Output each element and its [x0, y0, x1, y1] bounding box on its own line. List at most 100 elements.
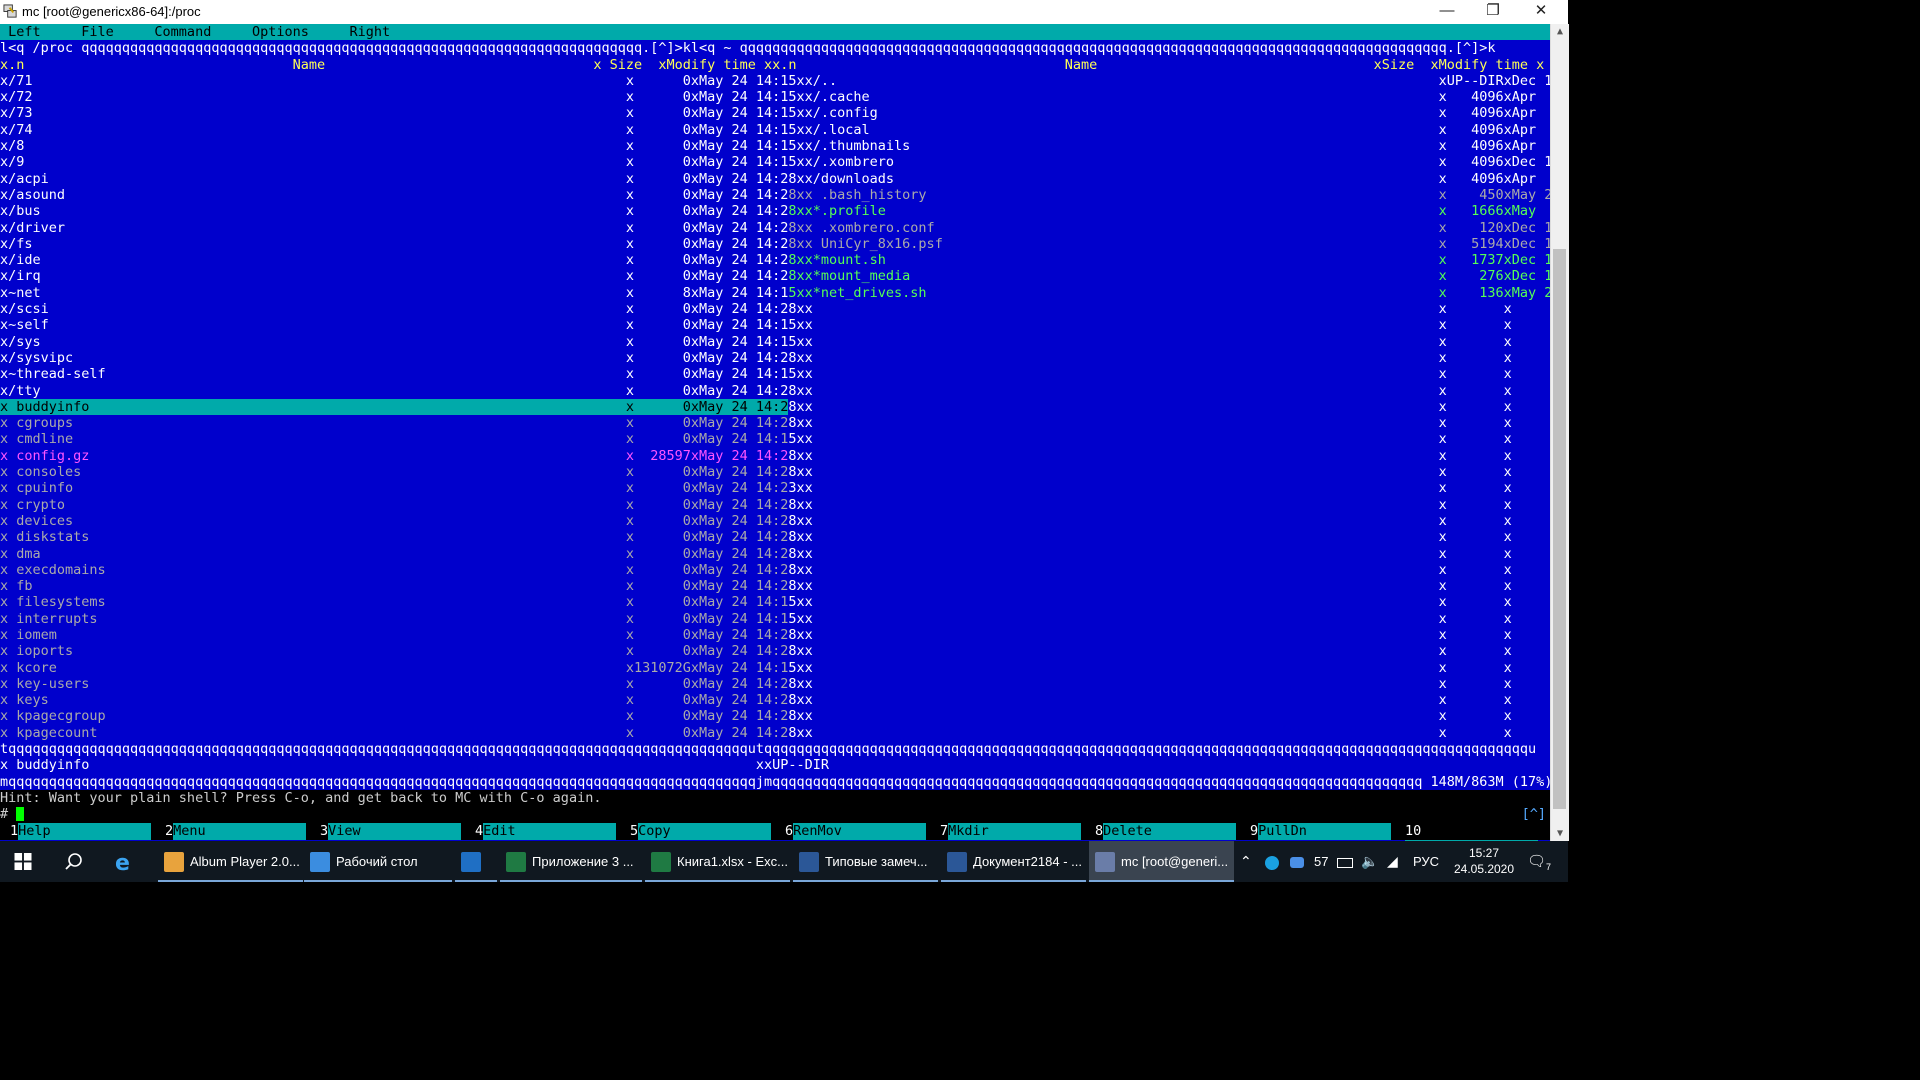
- right-panel-entry[interactable]: 8xx*mount_media x 276xDec 12 20:44x: [788, 268, 1550, 284]
- file-row[interactable]: x cgroups x 0xMay 24 14:28xx x x x: [0, 415, 1550, 431]
- left-panel-entry[interactable]: x/scsi x 0xMay 24 14:2: [0, 301, 788, 317]
- file-list[interactable]: x/71 x 0xMay 24 14:15xx/.. xUP--DIRxDec …: [0, 73, 1550, 741]
- left-panel-entry[interactable]: x/tty x 0xMay 24 14:2: [0, 383, 788, 399]
- right-panel-entry[interactable]: 5xx x x x: [788, 431, 1550, 447]
- file-row[interactable]: x/asound x 0xMay 24 14:28xx .bash_histor…: [0, 187, 1550, 203]
- left-panel-entry[interactable]: x kcore x131072GxMay 24 14:1: [0, 660, 788, 676]
- fkey-copy[interactable]: 5Copy: [630, 822, 775, 840]
- left-panel-entry[interactable]: x keys x 0xMay 24 14:2: [0, 692, 788, 708]
- file-row[interactable]: x fb x 0xMay 24 14:28xx x x x: [0, 578, 1550, 594]
- right-panel-entry[interactable]: 8xx .xombrero.conf x 120xDec 12 20:44x: [788, 220, 1550, 236]
- tray-chevron-icon[interactable]: ⌃: [1240, 841, 1252, 882]
- left-panel-entry[interactable]: x cgroups x 0xMay 24 14:2: [0, 415, 788, 431]
- left-panel-entry[interactable]: x kpagecount x 0xMay 24 14:2: [0, 725, 788, 741]
- right-panel-entry[interactable]: 8xx/downloads x 4096xApr 4 16:31x: [788, 171, 1550, 187]
- file-row[interactable]: x/driver x 0xMay 24 14:28xx .xombrero.co…: [0, 220, 1550, 236]
- file-row[interactable]: x dma x 0xMay 24 14:28xx x x x: [0, 546, 1550, 562]
- file-row[interactable]: x~thread-self x 0xMay 24 14:15xx x x x: [0, 366, 1550, 382]
- left-panel-entry[interactable]: x/acpi x 0xMay 24 14:2: [0, 171, 788, 187]
- right-panel-entry[interactable]: 8xx x x x: [788, 497, 1550, 513]
- network-icon[interactable]: ◢: [1387, 841, 1398, 882]
- left-panel-entry[interactable]: x~self x 0xMay 24 14:1: [0, 317, 788, 333]
- scrollbar-thumb[interactable]: [1553, 249, 1566, 809]
- left-panel-entry[interactable]: x/74 x 0xMay 24 14:1: [0, 122, 788, 138]
- file-row[interactable]: x/sysvipc x 0xMay 24 14:28xx x x x: [0, 350, 1550, 366]
- prompt-scroll-indicator[interactable]: [^]: [1522, 806, 1546, 822]
- left-panel-entry[interactable]: x interrupts x 0xMay 24 14:1: [0, 611, 788, 627]
- right-panel-entry[interactable]: 8xx x x x: [788, 350, 1550, 366]
- left-panel-entry[interactable]: x/bus x 0xMay 24 14:2: [0, 203, 788, 219]
- right-panel-entry[interactable]: 8xx*mount.sh x 1737xDec 12 20:44x: [788, 252, 1550, 268]
- file-row[interactable]: x/tty x 0xMay 24 14:28xx x x x: [0, 383, 1550, 399]
- mc-menubar[interactable]: Left File Command Options Right: [0, 24, 1550, 41]
- right-panel-entry[interactable]: 8xx x x x: [788, 399, 1550, 415]
- fkey-quit[interactable]: 10Quit: [1405, 823, 1550, 841]
- fkey-renmov[interactable]: 6RenMov: [785, 822, 930, 840]
- right-panel-entry[interactable]: 5xx x x x: [788, 611, 1550, 627]
- right-panel-entry[interactable]: 3xx x x x: [788, 480, 1550, 496]
- left-panel-entry[interactable]: x filesystems x 0xMay 24 14:1: [0, 594, 788, 610]
- right-panel-entry[interactable]: 8xx x x x: [788, 383, 1550, 399]
- right-panel-entry[interactable]: 8xx x x x: [788, 708, 1550, 724]
- right-panel-entry[interactable]: 8xx x x x: [788, 643, 1550, 659]
- taskbar-app[interactable]: Книга1.xlsx - Exc...: [645, 841, 790, 882]
- file-row[interactable]: x buddyinfo x 0xMay 24 14:28xx x x x: [0, 398, 1550, 415]
- taskbar-app[interactable]: Album Player 2.0...: [158, 841, 303, 882]
- meeting-icon[interactable]: [1290, 841, 1304, 882]
- left-panel-entry[interactable]: x dma x 0xMay 24 14:2: [0, 546, 788, 562]
- right-panel-entry[interactable]: 5xx/.local x 4096xApr 4 16:31x: [788, 122, 1550, 138]
- right-panel-entry[interactable]: 5xx/.config x 4096xApr 4 16:32x: [788, 105, 1550, 121]
- fkey-menu[interactable]: 2Menu: [165, 822, 310, 840]
- file-row[interactable]: x/scsi x 0xMay 24 14:28xx x x x: [0, 301, 1550, 317]
- file-row[interactable]: x~net x 8xMay 24 14:15xx*net_drives.sh x…: [0, 285, 1550, 301]
- right-panel-entry[interactable]: 8xx x x x: [788, 546, 1550, 562]
- left-panel-entry[interactable]: x/73 x 0xMay 24 14:1: [0, 105, 788, 121]
- right-panel-entry[interactable]: 8xx*.profile x 1666xMay 3 13:04x: [788, 203, 1550, 219]
- file-row[interactable]: x/73 x 0xMay 24 14:15xx/.config x 4096xA…: [0, 105, 1550, 121]
- language-indicator[interactable]: РУС: [1413, 841, 1439, 882]
- right-panel-entry[interactable]: 8xx .bash_history x 450xMay 24 14:34x: [788, 187, 1550, 203]
- close-button[interactable]: ✕: [1518, 0, 1564, 24]
- file-row[interactable]: x diskstats x 0xMay 24 14:28xx x x x: [0, 529, 1550, 545]
- left-panel-entry[interactable]: x ioports x 0xMay 24 14:2: [0, 643, 788, 659]
- left-panel-entry[interactable]: x/72 x 0xMay 24 14:1: [0, 89, 788, 105]
- file-row[interactable]: x config.gz x 28597xMay 24 14:28xx x x x: [0, 448, 1550, 464]
- file-row[interactable]: x consoles x 0xMay 24 14:28xx x x x: [0, 464, 1550, 480]
- left-panel-entry[interactable]: x devices x 0xMay 24 14:2: [0, 513, 788, 529]
- right-panel-entry[interactable]: 5xx x x x: [788, 317, 1550, 333]
- file-row[interactable]: x kpagecgroup x 0xMay 24 14:28xx x x x: [0, 708, 1550, 724]
- file-row[interactable]: x interrupts x 0xMay 24 14:15xx x x x: [0, 611, 1550, 627]
- file-row[interactable]: x iomem x 0xMay 24 14:28xx x x x: [0, 627, 1550, 643]
- file-row[interactable]: x execdomains x 0xMay 24 14:28xx x x x: [0, 562, 1550, 578]
- file-row[interactable]: x/acpi x 0xMay 24 14:28xx/downloads x 40…: [0, 171, 1550, 187]
- left-panel-entry[interactable]: x~net x 8xMay 24 14:1: [0, 285, 788, 301]
- file-row[interactable]: x kpagecount x 0xMay 24 14:28xx x x x: [0, 725, 1550, 741]
- file-row[interactable]: x~self x 0xMay 24 14:15xx x x x: [0, 317, 1550, 333]
- file-row[interactable]: x crypto x 0xMay 24 14:28xx x x x: [0, 497, 1550, 513]
- right-panel-entry[interactable]: 5xx*net_drives.sh x 136xMay 23 16:16x: [788, 285, 1550, 301]
- taskbar-app[interactable]: Рабочий стол: [304, 841, 452, 882]
- file-row[interactable]: x filesystems x 0xMay 24 14:15xx x x x: [0, 594, 1550, 610]
- left-panel-entry[interactable]: x crypto x 0xMay 24 14:2: [0, 497, 788, 513]
- right-panel-entry[interactable]: 8xx x x x: [788, 513, 1550, 529]
- left-panel-entry[interactable]: x/ide x 0xMay 24 14:2: [0, 252, 788, 268]
- taskbar-app[interactable]: mc [root@generi...: [1089, 841, 1234, 882]
- fkey-delete[interactable]: 8Delete: [1095, 822, 1240, 840]
- file-row[interactable]: x/bus x 0xMay 24 14:28xx*.profile x 1666…: [0, 203, 1550, 219]
- taskbar-app[interactable]: Типовые замеч...: [793, 841, 938, 882]
- fkey-pulldn[interactable]: 9PullDn: [1250, 822, 1395, 840]
- internet-explorer-icon[interactable]: e: [112, 850, 136, 874]
- left-panel-entry[interactable]: x key-users x 0xMay 24 14:2: [0, 676, 788, 692]
- right-panel-entry[interactable]: 8xx x x x: [788, 676, 1550, 692]
- file-row[interactable]: x/irq x 0xMay 24 14:28xx*mount_media x 2…: [0, 268, 1550, 284]
- right-panel-entry[interactable]: 5xx/.. xUP--DIRxDec 10 07:07x: [788, 73, 1550, 89]
- left-panel-entry[interactable]: x/9 x 0xMay 24 14:1: [0, 154, 788, 170]
- scroll-down-icon[interactable]: ▼: [1551, 828, 1569, 839]
- shell-prompt[interactable]: # [^]: [0, 806, 1550, 823]
- file-row[interactable]: x/sys x 0xMay 24 14:15xx x x x: [0, 334, 1550, 350]
- file-row[interactable]: x/ide x 0xMay 24 14:28xx*mount.sh x 1737…: [0, 252, 1550, 268]
- left-panel-entry[interactable]: x/sysvipc x 0xMay 24 14:2: [0, 350, 788, 366]
- minimize-button[interactable]: —: [1424, 0, 1470, 24]
- file-row[interactable]: x/72 x 0xMay 24 14:15xx/.cache x 4096xAp…: [0, 89, 1550, 105]
- clock[interactable]: 15:27 24.05.2020: [1446, 845, 1522, 877]
